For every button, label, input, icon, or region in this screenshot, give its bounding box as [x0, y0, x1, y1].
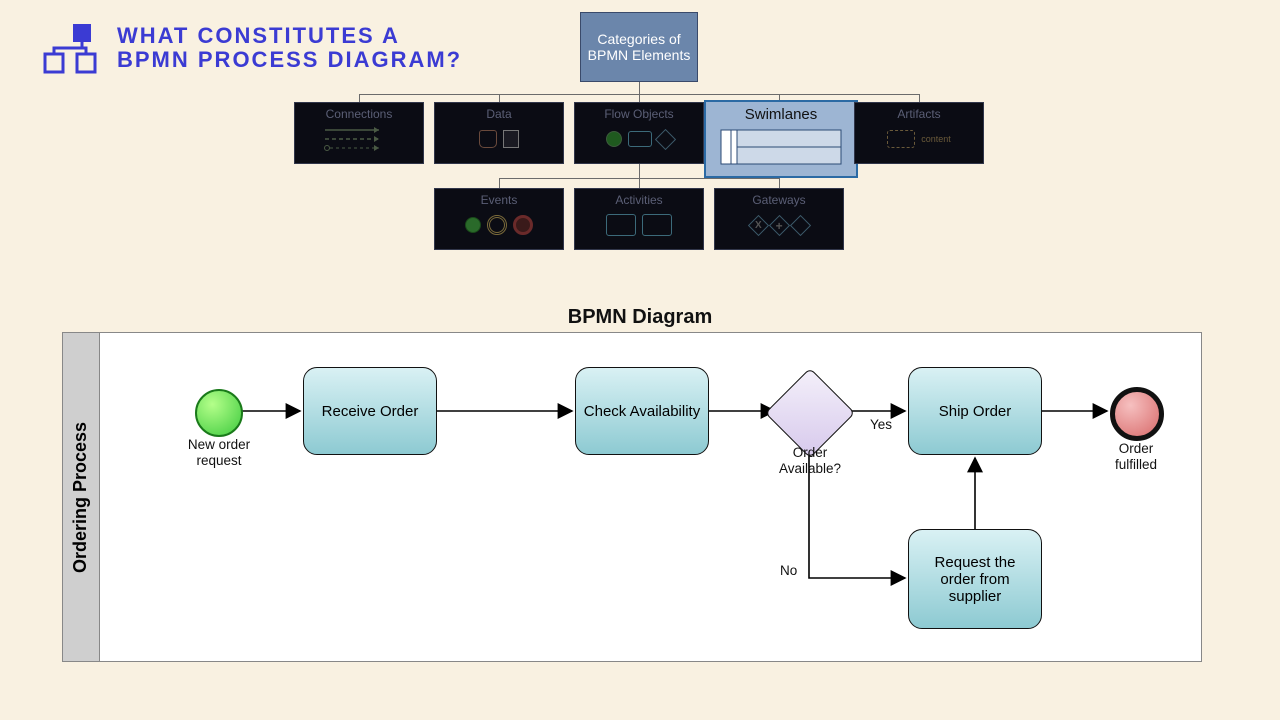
tree-data: Data — [434, 102, 564, 164]
edge-no-label: No — [780, 563, 797, 579]
lane-body: New order request Receive Order Check Av… — [100, 333, 1201, 661]
annotation-icon: content — [921, 134, 951, 144]
lane-title: Ordering Process — [71, 421, 92, 572]
start-event-label: New order request — [186, 437, 252, 468]
tree-data-label: Data — [439, 107, 559, 121]
task-receive-order-label: Receive Order — [322, 403, 419, 420]
datastore-icon — [479, 130, 497, 148]
tree-flow-objects-label: Flow Objects — [579, 107, 699, 121]
group-icon — [887, 130, 915, 148]
activity-icon — [628, 131, 652, 147]
exclusive-gateway-icon: X — [747, 214, 768, 235]
start-event — [195, 389, 243, 437]
task-request-order: Request the order from supplier — [908, 529, 1042, 629]
tree-gateways-label: Gateways — [719, 193, 839, 207]
document-icon — [503, 130, 519, 148]
task-receive-order: Receive Order — [303, 367, 437, 455]
edge-yes-label: Yes — [870, 417, 892, 433]
tree-swimlanes: Swimlanes — [704, 100, 858, 178]
task-check-availability: Check Availability — [575, 367, 709, 455]
intermediate-event-icon — [487, 215, 507, 235]
tree-artifacts-label: Artifacts — [859, 107, 979, 121]
end-event-icon — [513, 215, 533, 235]
gateway-icon — [654, 128, 675, 149]
task-check-availability-label: Check Availability — [584, 403, 700, 420]
tree-gateways: Gateways X + — [714, 188, 844, 250]
tree-swimlanes-label: Swimlanes — [745, 106, 818, 123]
bpmn-diagram-title: BPMN Diagram — [0, 306, 1280, 329]
parallel-gateway-icon: + — [768, 214, 789, 235]
tree-root-label: Categories of BPMN Elements — [585, 31, 693, 63]
task-ship-order: Ship Order — [908, 367, 1042, 455]
bpmn-pool: Ordering Process New order request Recei… — [62, 332, 1202, 662]
tree-activities-label: Activities — [579, 193, 699, 207]
event-icon — [606, 131, 622, 147]
tree-events-label: Events — [439, 193, 559, 207]
tree-flow-objects: Flow Objects — [574, 102, 704, 164]
connections-icon — [319, 124, 399, 152]
end-event — [1110, 387, 1164, 441]
plain-gateway-icon — [789, 214, 810, 235]
swimlane-icon — [720, 129, 842, 165]
start-event-icon — [465, 217, 481, 233]
tree-root: Categories of BPMN Elements — [580, 12, 698, 82]
tree-connections-label: Connections — [299, 107, 419, 121]
gateway-label: Order Available? — [769, 445, 851, 476]
tree-artifacts: Artifacts content — [854, 102, 984, 164]
tree-events: Events — [434, 188, 564, 250]
lane-header: Ordering Process — [63, 333, 100, 661]
end-event-label: Order fulfilled — [1103, 441, 1169, 472]
bpmn-category-tree: Categories of BPMN Elements Connections … — [0, 0, 1280, 260]
task-request-order-label: Request the order from supplier — [915, 554, 1035, 605]
tree-connections: Connections — [294, 102, 424, 164]
tree-activities: Activities — [574, 188, 704, 250]
subprocess-icon — [642, 214, 672, 236]
task-ship-order-label: Ship Order — [939, 403, 1012, 420]
task-icon — [606, 214, 636, 236]
